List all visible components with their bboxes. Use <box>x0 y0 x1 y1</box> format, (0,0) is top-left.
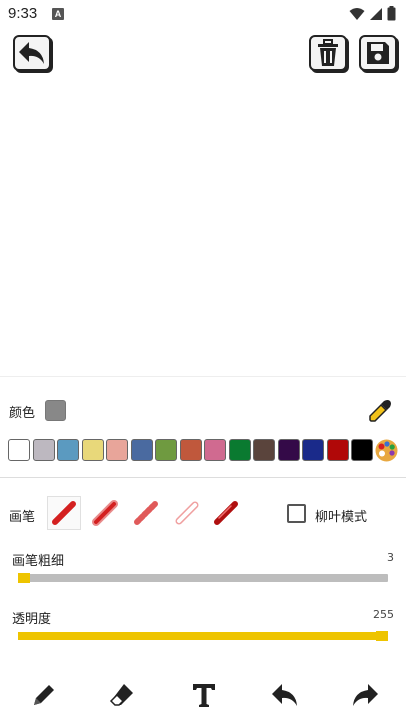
color-swatch[interactable] <box>204 439 226 461</box>
outline-brush-icon <box>175 501 199 525</box>
opacity-slider[interactable] <box>18 631 388 641</box>
control-panel <box>0 376 406 721</box>
current-color-preview[interactable] <box>45 400 66 421</box>
thickness-value: 3 <box>387 551 394 564</box>
opacity-slider-fill <box>18 632 388 640</box>
floppy-disk-icon <box>367 42 389 64</box>
status-time: 9:33 <box>8 5 38 22</box>
color-swatch[interactable] <box>57 439 79 461</box>
text-icon <box>193 684 215 707</box>
text-tool-button[interactable] <box>188 679 220 711</box>
battery-icon <box>387 6 396 21</box>
thickness-label: 画笔粗细 <box>12 554 65 569</box>
pencil-icon <box>34 685 54 705</box>
back-button[interactable] <box>13 35 51 71</box>
color-swatch[interactable] <box>81 439 104 461</box>
thickness-slider-thumb[interactable] <box>18 573 30 583</box>
notification-badge: A <box>52 8 64 20</box>
brush-label: 画笔 <box>9 510 36 525</box>
willow-mode-checkbox[interactable] <box>287 504 306 523</box>
opacity-value: 255 <box>373 608 394 621</box>
color-swatch[interactable] <box>326 439 349 461</box>
status-bar: 9:33 A <box>0 0 406 28</box>
back-arrow-icon <box>19 42 44 64</box>
brush-dashed[interactable] <box>129 496 163 530</box>
section-divider <box>0 477 406 478</box>
opacity-label: 透明度 <box>12 612 52 627</box>
brush-soft[interactable] <box>88 496 122 530</box>
dashed-brush-icon <box>134 501 158 525</box>
color-swatch[interactable] <box>155 439 177 461</box>
brush-outline[interactable] <box>170 496 204 530</box>
color-swatch[interactable] <box>106 439 128 461</box>
color-swatch[interactable] <box>351 439 373 461</box>
color-swatch[interactable] <box>8 439 30 461</box>
color-swatch[interactable] <box>179 439 202 461</box>
save-button[interactable] <box>359 35 397 71</box>
wifi-icon <box>349 7 365 20</box>
color-swatch[interactable] <box>253 439 275 461</box>
undo-arrow-icon <box>272 684 297 706</box>
clear-canvas-button[interactable] <box>309 35 347 71</box>
solid-brush-icon <box>52 501 76 525</box>
redo-button[interactable] <box>349 679 381 711</box>
color-swatch[interactable] <box>130 439 153 461</box>
brush-solid[interactable] <box>47 496 81 530</box>
drawing-canvas[interactable] <box>0 78 406 376</box>
opacity-slider-thumb[interactable] <box>376 631 388 641</box>
eyedropper-icon[interactable] <box>368 399 392 423</box>
color-swatch[interactable] <box>32 439 55 461</box>
redo-arrow-icon <box>353 684 378 706</box>
status-icons <box>349 6 396 21</box>
marker-brush-icon <box>214 501 238 525</box>
color-label: 颜色 <box>9 406 36 421</box>
color-picker-wheel-icon[interactable] <box>375 439 398 462</box>
eraser-tool-button[interactable] <box>106 679 138 711</box>
color-swatch[interactable] <box>277 439 300 461</box>
willow-mode-label: 柳叶模式 <box>315 510 368 525</box>
thickness-slider[interactable] <box>18 573 388 583</box>
color-palette <box>8 439 373 461</box>
undo-button[interactable] <box>269 679 301 711</box>
signal-icon <box>370 7 382 20</box>
eraser-icon <box>109 684 133 706</box>
color-swatch[interactable] <box>302 439 324 461</box>
pencil-tool-button[interactable] <box>28 679 60 711</box>
color-swatch[interactable] <box>228 439 251 461</box>
trash-icon <box>318 39 338 66</box>
soft-brush-icon <box>92 500 118 526</box>
brush-marker[interactable] <box>209 496 243 530</box>
